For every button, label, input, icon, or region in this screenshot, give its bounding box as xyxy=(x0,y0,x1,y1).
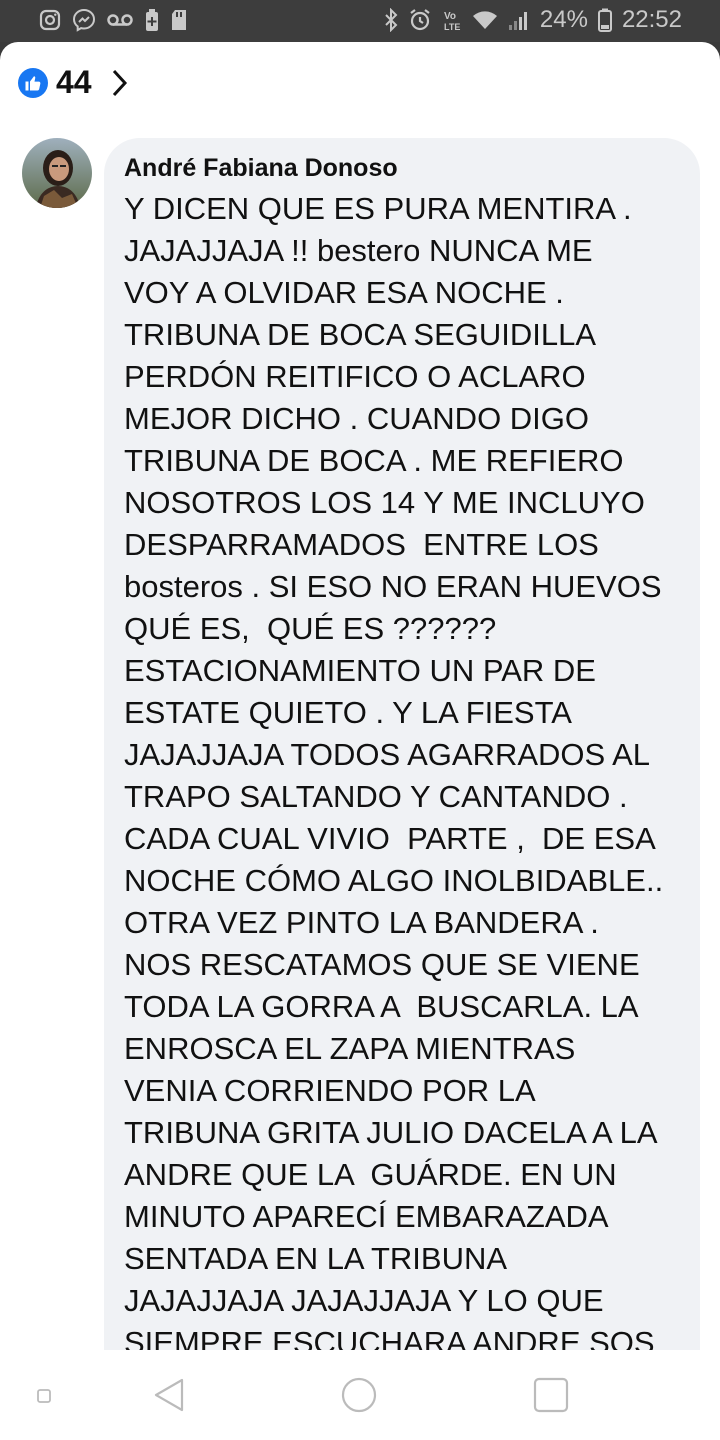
volte-icon: VoLTE xyxy=(444,11,460,32)
recents-dot-icon[interactable] xyxy=(36,1388,52,1404)
reactions-summary[interactable]: 44 xyxy=(18,64,128,101)
clock: 22:52 xyxy=(621,6,682,33)
overview-icon[interactable] xyxy=(532,1376,570,1414)
comment-text: Y DICEN QUE ES PURA MENTIRA . JAJAJJAJA … xyxy=(124,191,664,1350)
home-icon[interactable] xyxy=(340,1376,378,1414)
bluetooth-icon xyxy=(385,8,398,32)
svg-text:LTE: LTE xyxy=(444,22,460,32)
system-indicators: Vo LTE 24% 22:52 xyxy=(384,6,682,34)
voicemail-icon xyxy=(107,14,133,26)
avatar[interactable] xyxy=(22,138,92,208)
svg-text:Vo: Vo xyxy=(444,11,456,22)
wifi-icon xyxy=(472,11,497,29)
comment-author-name[interactable]: André Fabiana Donoso xyxy=(124,154,398,183)
battery-icon xyxy=(597,8,612,32)
navigation-bar xyxy=(0,1350,720,1440)
signal-icon xyxy=(508,12,527,30)
sd-card-icon xyxy=(172,10,186,30)
notification-icons xyxy=(38,8,188,32)
status-bar: Vo LTE 24% 22:52 xyxy=(0,0,720,42)
messenger-icon xyxy=(72,8,96,32)
instagram-icon xyxy=(39,9,61,31)
chevron-right-icon[interactable] xyxy=(110,68,128,98)
back-icon[interactable] xyxy=(150,1376,188,1414)
battery-saver-icon xyxy=(146,9,158,31)
battery-percent: 24% xyxy=(539,6,588,33)
like-reaction-icon xyxy=(18,67,48,98)
alarm-icon xyxy=(410,9,430,31)
comment-bubble: André Fabiana Donoso Y DICEN QUE ES PURA… xyxy=(104,138,700,1350)
like-count: 44 xyxy=(56,64,92,100)
comments-sheet: 44 André Fabiana Donoso Y DICEN QUE ES P… xyxy=(0,42,720,1350)
